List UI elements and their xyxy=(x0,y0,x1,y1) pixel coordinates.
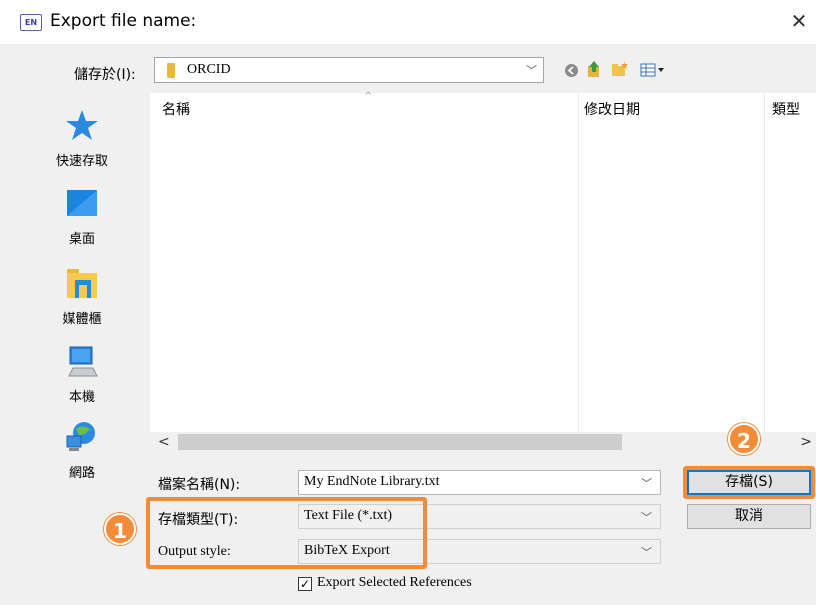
back-icon[interactable] xyxy=(565,64,578,77)
chevron-down-icon[interactable]: ﹀ xyxy=(526,62,537,78)
step-badge-1: 1 xyxy=(104,513,136,545)
network-icon xyxy=(66,422,95,451)
column-header-modified[interactable]: 修改日期 xyxy=(584,93,640,121)
place-quick-access[interactable]: 快速存取 xyxy=(44,108,120,169)
place-library[interactable]: 媒體櫃 xyxy=(44,266,120,327)
place-label: 網路 xyxy=(68,466,95,481)
window-title: Export file name: xyxy=(50,11,197,31)
place-label: 快速存取 xyxy=(55,154,108,169)
star-icon xyxy=(66,110,98,140)
computer-icon xyxy=(68,346,98,377)
endnote-app-icon: EN xyxy=(20,14,42,31)
column-separator xyxy=(578,93,579,433)
close-icon[interactable]: ✕ xyxy=(786,8,812,34)
title-bar: EN Export file name: ✕ xyxy=(0,0,816,44)
chevron-down-icon[interactable]: ﹀ xyxy=(641,475,652,491)
place-desktop[interactable]: 桌面 xyxy=(44,188,120,247)
folder-icon xyxy=(167,63,175,78)
place-network[interactable]: 網路 xyxy=(44,420,120,481)
highlight-box-step1 xyxy=(146,497,427,569)
new-folder-icon[interactable] xyxy=(611,61,629,77)
chevron-down-icon[interactable]: ﹀ xyxy=(641,509,652,525)
save-in-label: 儲存於(I): xyxy=(74,67,136,83)
place-this-pc[interactable]: 本機 xyxy=(44,344,120,405)
chevron-down-icon[interactable]: ﹀ xyxy=(641,544,652,560)
scroll-right-icon[interactable]: > xyxy=(800,434,812,450)
scroll-left-icon[interactable]: < xyxy=(158,434,170,450)
scroll-thumb[interactable] xyxy=(178,434,622,450)
export-selected-label: Export Selected References xyxy=(317,575,472,590)
export-selected-checkbox[interactable]: ✓ xyxy=(298,577,312,591)
up-folder-icon[interactable] xyxy=(587,61,601,78)
place-label: 桌面 xyxy=(68,232,95,247)
column-separator xyxy=(764,93,765,433)
highlight-box-step2 xyxy=(683,466,815,499)
save-in-combobox[interactable]: ORCID ﹀ xyxy=(154,57,544,83)
column-header-type[interactable]: 類型 xyxy=(772,93,800,121)
view-menu-icon[interactable] xyxy=(640,63,668,77)
library-icon xyxy=(67,269,97,298)
place-label: 媒體櫃 xyxy=(62,312,102,327)
column-header-name[interactable]: 名稱 xyxy=(162,93,190,121)
cancel-button[interactable]: 取消 xyxy=(687,504,811,529)
filename-input[interactable]: My EndNote Library.txt xyxy=(304,474,440,490)
save-in-value: ORCID xyxy=(187,62,231,77)
save-dialog: 儲存於(I): ORCID ﹀ 快速存取 桌面 媒體櫃 本機 網路 ^ 名稱 修… xyxy=(0,44,816,605)
desktop-icon xyxy=(67,190,97,216)
sort-ascending-icon: ^ xyxy=(364,91,373,102)
file-list[interactable]: ^ 名稱 修改日期 類型 xyxy=(150,91,816,447)
horizontal-scrollbar[interactable]: < > xyxy=(150,432,816,452)
step-badge-2: 2 xyxy=(728,423,760,455)
places-bar: 快速存取 桌面 媒體櫃 本機 網路 xyxy=(44,94,148,486)
filename-combobox[interactable]: My EndNote Library.txt ﹀ xyxy=(298,470,661,495)
filename-label: 檔案名稱(N): xyxy=(158,477,241,493)
place-label: 本機 xyxy=(68,390,95,405)
